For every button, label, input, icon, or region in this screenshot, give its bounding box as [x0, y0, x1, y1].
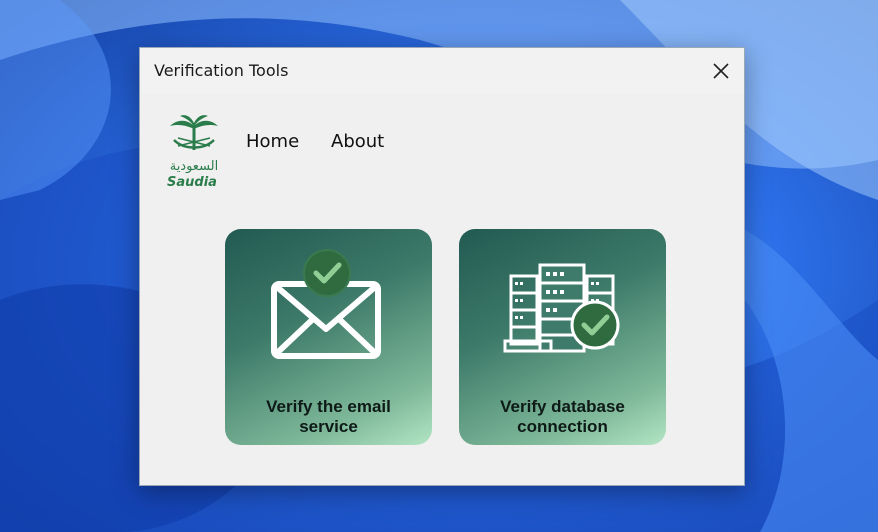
- nav-home[interactable]: Home: [246, 131, 299, 152]
- nav-about[interactable]: About: [331, 131, 384, 152]
- saudia-logo: السعودية Saudia: [164, 110, 224, 190]
- verify-database-tile[interactable]: Verify database connection: [459, 229, 666, 445]
- email-check-icon: [271, 249, 381, 359]
- verify-database-label: Verify database connection: [500, 397, 625, 436]
- window-title: Verification Tools: [154, 61, 289, 80]
- logo-arabic-text: السعودية: [170, 159, 219, 174]
- app-window: Verification Tools السعودية Saudia Home …: [139, 47, 745, 486]
- close-icon: [713, 63, 729, 79]
- logo-latin-text: Saudia: [167, 175, 217, 190]
- palm-swords-emblem-icon: السعودية Saudia: [167, 115, 219, 190]
- verify-email-label: Verify the email service: [266, 397, 391, 436]
- close-button[interactable]: [698, 48, 744, 94]
- database-server-check-icon: [503, 263, 620, 353]
- title-bar[interactable]: Verification Tools: [140, 48, 744, 94]
- verify-email-tile[interactable]: Verify the email service: [225, 229, 432, 445]
